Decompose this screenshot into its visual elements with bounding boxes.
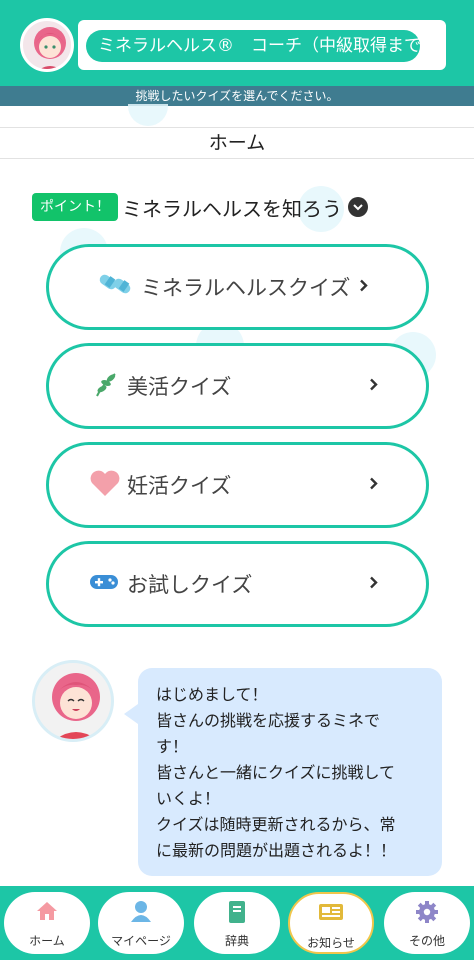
quiz-label: 妊活クイズ [127,474,232,498]
quiz-button-mineral-health[interactable]: ミネラルヘルスクイズ [46,244,429,330]
heart-icon [89,469,121,501]
chevron-right-icon [369,476,379,495]
section-title: ミネラルヘルスを知ろう [122,196,342,221]
capsule-icon [97,271,133,303]
coach-speech-bubble: はじめまして！ 皆さんの挑戦を応援するミネで す！ 皆さんと一緒にクイズに挑戦し… [124,668,442,876]
quiz-label: 美活クイズ [127,375,232,399]
gamepad-icon [89,572,119,596]
nav-item-mypage[interactable]: マイページ [98,892,184,954]
chevron-right-icon [369,575,379,594]
instruction-bar: 挑戦したいクイズを選んでください。 [0,86,474,106]
nav-item-news[interactable]: お知らせ [288,892,374,954]
point-badge: ポイント！ [32,193,118,221]
message-line: 皆さんの挑戦を応援するミネで [156,711,381,730]
quiz-button-trial[interactable]: お試しクイズ [46,541,429,627]
quiz-button-fertility[interactable]: 妊活クイズ [46,442,429,528]
book-icon [227,900,247,928]
news-icon [318,902,344,926]
nav-label: お知らせ [307,936,355,950]
course-title[interactable]: ミネラルヘルス® コーチ（中級取得まで） [86,30,438,62]
nav-label: ホーム [29,934,65,948]
message-line: に最新の問題が出題されるよ！！ [156,841,397,860]
chevron-down-icon[interactable] [348,197,368,217]
quiz-label: ミネラルヘルスクイズ [141,276,351,300]
chevron-right-icon [359,278,369,297]
message-line: クイズは随時更新されるから、常 [156,815,396,834]
nav-item-dictionary[interactable]: 辞典 [194,892,280,954]
coach-avatar [32,660,114,742]
decor-bubble [128,104,168,126]
section-header[interactable]: ポイント！ ミネラルヘルスを知ろう [32,191,368,223]
message-line: す！ [156,737,189,756]
nav-item-other[interactable]: その他 [384,892,470,954]
chevron-right-icon [369,377,379,396]
nav-item-home[interactable]: ホーム [4,892,90,954]
message-line: 皆さんと一緒にクイズに挑戦して [156,763,396,782]
coach-avatar-small [20,18,74,72]
user-icon [129,900,153,926]
message-line: はじめまして！ [156,685,268,704]
leaf-icon [93,370,121,402]
message-line: いくよ！ [156,789,221,808]
quiz-button-beauty[interactable]: 美活クイズ [46,343,429,429]
nav-label: その他 [408,934,445,948]
quiz-label: お試しクイズ [127,573,253,597]
nav-label: マイページ [111,934,171,948]
page-title: ホーム [0,127,474,159]
gear-icon [415,900,439,928]
nav-label: 辞典 [224,934,249,948]
home-icon [35,900,59,926]
